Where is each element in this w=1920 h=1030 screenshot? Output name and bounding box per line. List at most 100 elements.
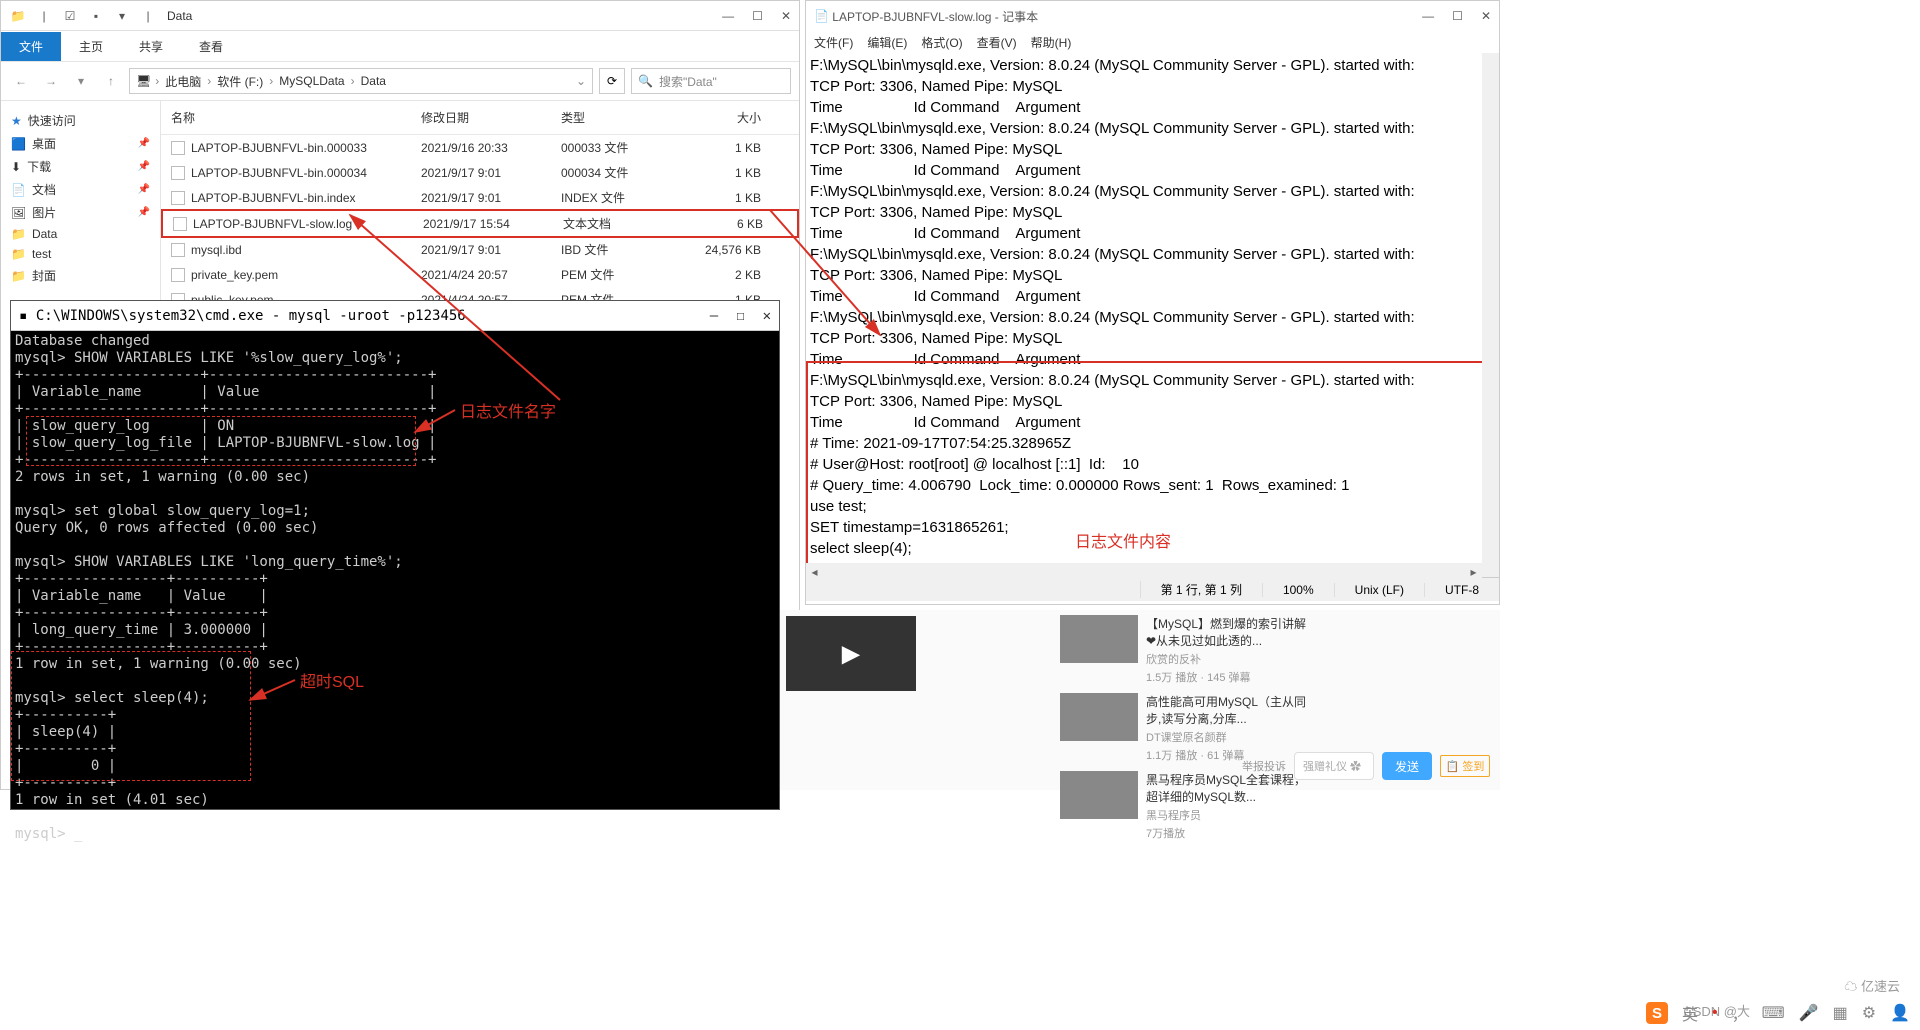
table-row[interactable]: mysql.ibd2021/9/17 9:01IBD 文件24,576 KB [161,237,799,262]
breadcrumb[interactable]: Data [359,74,388,88]
cmd-icon: ▪ [19,308,27,324]
address-bar[interactable]: 🖥› 此电脑› 软件 (F:)› MySQLData› Data ⌄ [129,68,593,94]
video-thumbnail [1060,693,1138,741]
maximize-button[interactable]: ☐ [1452,9,1463,23]
menu-format[interactable]: 格式(O) [921,34,962,51]
file-icon [171,268,185,282]
notepad-content[interactable]: F:\MySQL\bin\mysqld.exe, Version: 8.0.24… [806,53,1499,577]
user-icon[interactable]: 👤 [1890,1003,1910,1023]
up-button[interactable]: ↑ [99,69,123,93]
sidebar-item-documents[interactable]: 📄文档📌 [1,178,160,201]
table-row[interactable]: LAPTOP-BJUBNFVL-bin.index2021/9/17 9:01I… [161,185,799,210]
sidebar-item-test[interactable]: 📁test [1,244,160,264]
close-button[interactable]: ✕ [1481,9,1491,23]
table-row[interactable]: private_key.pem2021/4/24 20:57PEM 文件2 KB [161,262,799,287]
file-date: 2021/9/17 15:54 [423,217,563,231]
minimize-button[interactable]: — [722,9,734,23]
status-pos: 第 1 行, 第 1 列 [1140,581,1262,598]
related-item[interactable]: 高性能高可用MySQL（主从同步,读写分离,分库...DT课堂原名颜群1.1万 … [1060,693,1310,763]
sidebar-item-cover[interactable]: 📁封面 [1,264,160,287]
grid-icon[interactable]: ▦ [1833,1003,1848,1023]
forward-button[interactable]: → [39,69,63,93]
breadcrumb[interactable]: MySQLData [277,74,346,88]
search-icon: 🔍 [638,74,653,88]
calendar-icon: 📋 [1446,760,1460,773]
breadcrumb[interactable]: 此电脑 [163,73,203,90]
cmd-output[interactable]: Database changed mysql> SHOW VARIABLES L… [11,331,779,896]
file-date: 2021/9/17 9:01 [421,191,561,205]
annotation-box [11,651,251,781]
breadcrumb[interactable]: 软件 (F:) [215,73,265,90]
sidebar-item-downloads[interactable]: ⬇下载📌 [1,155,160,178]
file-date: 2021/9/17 9:01 [421,243,561,257]
scroll-left-icon[interactable]: ◂ [806,563,823,580]
address-dropdown[interactable]: ⌄ [576,74,586,88]
ribbon-tabs: 文件 主页 共享 查看 [1,31,799,61]
video-thumbnail [1060,771,1138,819]
refresh-button[interactable]: ⟳ [599,68,625,94]
search-box[interactable]: 🔍 搜索"Data" [631,68,791,94]
menu-edit[interactable]: 编辑(E) [867,34,907,51]
settings-icon[interactable]: ⚙ [1862,1003,1876,1023]
scroll-right-icon[interactable]: ▸ [1465,563,1482,580]
menu-view[interactable]: 查看(V) [977,34,1017,51]
notepad-statusbar: 第 1 行, 第 1 列 100% Unix (LF) UTF-8 [806,577,1499,601]
cmd-titlebar[interactable]: ▪ C:\WINDOWS\system32\cmd.exe - mysql -u… [11,301,779,331]
horizontal-scrollbar[interactable]: ◂ ▸ [806,563,1482,580]
sign-button[interactable]: 📋签到 [1440,755,1490,777]
cmd-window: ▪ C:\WINDOWS\system32\cmd.exe - mysql -u… [10,300,780,810]
video-author: DT课堂原名颜群 [1146,729,1310,745]
table-row[interactable]: LAPTOP-BJUBNFVL-bin.0000342021/9/17 9:01… [161,160,799,185]
tray-comma-icon[interactable]: ， [1732,1001,1748,1025]
sidebar-item-data[interactable]: 📁Data [1,224,160,244]
file-size: 1 KB [671,141,761,155]
menu-help[interactable]: 帮助(H) [1031,34,1072,51]
close-button[interactable]: ✕ [781,9,791,23]
notepad-icon: 📄 [814,9,829,23]
mic-icon[interactable]: 🎤 [1799,1003,1819,1023]
col-size[interactable]: 大小 [671,109,761,126]
table-row[interactable]: LAPTOP-BJUBNFVL-slow.log2021/9/17 15:54文… [161,209,799,238]
video-author: 欣赏的反补 [1146,651,1310,667]
notepad-titlebar[interactable]: 📄 LAPTOP-BJUBNFVL-slow.log - 记事本 — ☐ ✕ [806,1,1499,31]
back-button[interactable]: ← [9,69,33,93]
tab-home[interactable]: 主页 [61,32,121,61]
tray-dot-icon[interactable]: • [1712,1004,1718,1022]
col-name[interactable]: 名称 [171,109,421,126]
explorer-titlebar[interactable]: 📁 | ☑ ▪ ▾ | Data — ☐ ✕ [1,1,799,31]
ime-lang[interactable]: 英 [1682,1001,1698,1025]
column-headers[interactable]: 名称 修改日期 类型 大小 [161,101,799,135]
maximize-button[interactable]: ☐ [752,9,763,23]
checkbox-icon[interactable]: ☑ [61,7,79,25]
tab-share[interactable]: 共享 [121,32,181,61]
file-date: 2021/9/16 20:33 [421,141,561,155]
annotation-box [26,416,416,466]
video-title: 高性能高可用MySQL（主从同步,读写分离,分库... [1146,693,1310,727]
qat-dropdown-icon[interactable]: ▾ [113,7,131,25]
minimize-button[interactable]: — [710,308,718,324]
send-button[interactable]: 发送 [1382,752,1432,780]
tab-view[interactable]: 查看 [181,32,241,61]
sidebar-item-pictures[interactable]: 🖼图片📌 [1,201,160,224]
related-item[interactable]: 【MySQL】燃到爆的索引讲解❤从未见过如此透的...欣赏的反补1.5万 播放 … [1060,615,1310,685]
file-type: 000033 文件 [561,139,671,156]
status-eol: Unix (LF) [1334,583,1424,597]
minimize-button[interactable]: — [1422,9,1434,23]
close-button[interactable]: ✕ [763,308,771,324]
tab-file[interactable]: 文件 [1,32,61,61]
sogou-ime-icon[interactable]: S [1646,1002,1668,1024]
menu-file[interactable]: 文件(F) [814,34,853,51]
col-date[interactable]: 修改日期 [421,109,561,126]
col-type[interactable]: 类型 [561,109,671,126]
keyboard-icon[interactable]: ⌨ [1762,1003,1785,1023]
related-item[interactable]: 黑马程序员MySQL全套课程，超详细的MySQL数...黑马程序员7万播放 [1060,771,1310,841]
recent-dropdown[interactable]: ▾ [69,69,93,93]
sidebar-item-desktop[interactable]: 🟦桌面📌 [1,132,160,155]
table-row[interactable]: LAPTOP-BJUBNFVL-bin.0000332021/9/16 20:3… [161,135,799,160]
video-title: 黑马程序员MySQL全套课程，超详细的MySQL数... [1146,771,1310,805]
vertical-scrollbar[interactable] [1482,53,1499,577]
sidebar-item-quick[interactable]: ★快速访问 [1,109,160,132]
qat-item-icon[interactable]: ▪ [87,7,105,25]
maximize-button[interactable]: ☐ [736,308,744,324]
video-thumbnail[interactable]: ▶ [786,616,916,691]
